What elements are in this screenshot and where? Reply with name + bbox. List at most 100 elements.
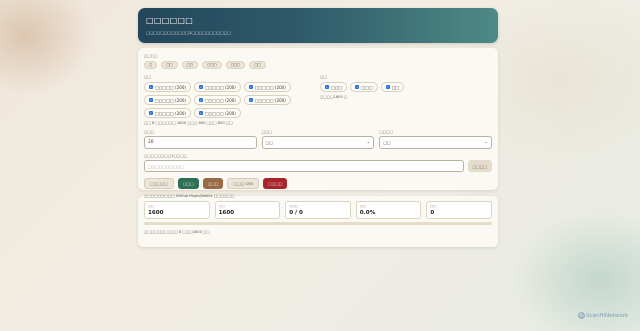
category-chip[interactable]: ✓ □□□□□ (200) <box>193 95 241 105</box>
filter-columns: □□ ✓ □□□□□ (200) ✓ □□□□□ (200) ✓ □□□□□ (200… <box>144 75 492 125</box>
checkbox-checked-icon[interactable]: ✓ <box>198 85 203 89</box>
category-chip-label: □□□□□ (200) <box>204 110 236 116</box>
input-row: □□□ 20 □□□ □□ ⌄ □□□□ □□ ⌄ <box>144 130 493 149</box>
green-action-button[interactable]: □□□ <box>177 178 199 189</box>
stat-card: □□ 0 <box>426 201 492 219</box>
category-chip[interactable]: ✓ □□□□□ (200) <box>144 82 191 92</box>
checkbox-checked-icon[interactable]: ✓ <box>198 98 203 102</box>
type-chip-list: ✓ □□□ ✓ □□□ ✓ □□ <box>320 82 407 95</box>
count-label: □□□ <box>144 130 155 134</box>
chevron-down-icon: ⌄ <box>484 140 489 145</box>
category-chip-list: ✓ □□□□□ (200) ✓ □□□□□ (200) ✓ □□□□□ (200) ✓… <box>144 82 320 121</box>
search-input[interactable]: □□□□□□□□□□ <box>144 160 464 172</box>
logo-text: ScanHiNetwork <box>586 312 628 319</box>
clear-button[interactable]: □□□□ <box>263 178 288 189</box>
category-chip[interactable]: ✓ □□□□□ (200) <box>144 108 191 118</box>
count-input[interactable]: 20 <box>144 136 257 149</box>
checkbox-checked-icon[interactable]: ✓ <box>325 85 329 89</box>
search-row: □□□□□□□□□□ □□□□ <box>144 160 492 172</box>
category-chip-label: □□□□□ (200) <box>254 84 286 90</box>
stat-card: □□ 0.0% <box>355 201 422 219</box>
stat-card: □□□ 0 / 0 <box>285 201 351 219</box>
settings-panel: □□□□ □ □□ □□ □□□ □□□ □□ □□ ✓ □□□□□ (200) … <box>138 48 498 198</box>
category-chip-label: □□□□□ (200) <box>204 97 236 103</box>
count-group: □□□ 20 <box>144 130 257 149</box>
export-csv-button[interactable]: □□□ CSV <box>227 178 260 189</box>
quick-filter-button[interactable]: □□□ <box>202 61 222 69</box>
checkbox-checked-icon[interactable]: ✓ <box>248 85 253 89</box>
stat-value: 0.0% <box>359 210 376 216</box>
type-chip[interactable]: ✓ □□ <box>380 82 405 92</box>
category-chip-label: □□□□□ (200) <box>204 84 236 90</box>
category-chip[interactable]: ✓ □□□□□ (200) <box>193 108 241 118</box>
type-column: □□ ✓ □□□ ✓ □□□ ✓ □□ □□□□1600 □ <box>320 75 407 99</box>
stat-key: □□□ <box>289 204 299 208</box>
checkbox-checked-icon[interactable]: ✓ <box>385 85 390 89</box>
stat-value: 0 / 0 <box>289 210 303 216</box>
chevron-down-icon: ⌄ <box>366 140 371 145</box>
category-label: □□ <box>144 75 151 79</box>
stat-key: □□ <box>218 204 225 208</box>
checkbox-checked-icon[interactable]: ✓ <box>355 85 360 89</box>
type-chip[interactable]: ✓ □□□ <box>320 82 348 92</box>
select1-dropdown[interactable]: □□ ⌄ <box>261 136 375 149</box>
category-chip[interactable]: ✓ □□□□□ (200) <box>243 82 291 92</box>
search-button[interactable]: □□□□ <box>467 160 492 172</box>
select2-group: □□□□ □□ ⌄ <box>379 130 493 149</box>
select2-label: □□□□ <box>379 130 393 134</box>
category-chip[interactable]: ✓ □□□□□ (200) <box>243 95 291 105</box>
quick-filter-button[interactable]: □□□ <box>225 61 246 69</box>
category-chip-label: □□□□□ (200) <box>155 110 186 116</box>
search-placeholder: □□□□□□□□□□ <box>148 163 184 169</box>
stat-card: □□ 1600 <box>214 201 281 219</box>
search-label: □□□□□□□□1□□□□ <box>144 154 188 158</box>
quick-filter-button[interactable]: □ <box>144 61 158 69</box>
page-title: □□□□□□ <box>146 16 194 25</box>
stat-key: □□ <box>148 204 155 208</box>
select2-dropdown[interactable]: □□ ⌄ <box>379 136 493 149</box>
action-row: □□□□□ □□□ □□□ □□□ CSV □□□□ <box>144 178 492 189</box>
category-chip-label: □□□□□ (200) <box>254 97 286 103</box>
stats-panel: □□ 1600 □□ 1600 □□□ 0 / 0 □□ 0.0% □□ 0 □□□□□□… <box>138 196 498 247</box>
category-column: □□ ✓ □□□□□ (200) ✓ □□□□□ (200) ✓ □□□□□ (200… <box>144 75 320 125</box>
quick-filter-label: □□□□ <box>144 54 158 58</box>
checkbox-checked-icon[interactable]: ✓ <box>149 98 153 102</box>
count-value: 20 <box>148 140 154 145</box>
select1-value: □□ <box>265 140 273 145</box>
quick-filter-button[interactable]: □□ <box>249 61 266 69</box>
category-summary: □□ 8 □□□□□□ 1600 □□□ 800 □□□ 800 □□ <box>144 121 233 125</box>
stat-card: □□ 1600 <box>144 201 210 219</box>
quick-filter-button[interactable]: □□ <box>161 61 178 69</box>
brown-action-button[interactable]: □□□ <box>202 178 224 189</box>
checkbox-checked-icon[interactable]: ✓ <box>149 111 153 115</box>
summary-text: □□□□□□□□□□ 8 □□□1600 □□ <box>144 230 210 234</box>
stat-key: □□ <box>359 204 366 208</box>
quick-filter-row: □ □□ □□ □□□ □□□ □□ <box>144 61 492 69</box>
progress-bar <box>144 222 492 225</box>
logo-icon <box>578 312 585 319</box>
select1-label: □□□ <box>261 130 272 134</box>
checkbox-checked-icon[interactable]: ✓ <box>198 111 203 115</box>
watermark-logo: ScanHiNetwork <box>578 312 628 319</box>
type-summary: □□□□1600 □ <box>320 95 348 99</box>
type-chip-label: □□□ <box>361 84 373 90</box>
checkbox-checked-icon[interactable]: ✓ <box>248 98 253 102</box>
category-chip[interactable]: ✓ □□□□□ (200) <box>193 82 241 92</box>
checkbox-checked-icon[interactable]: ✓ <box>149 85 153 89</box>
type-label: □□ <box>320 75 327 79</box>
select2-value: □□ <box>383 140 391 145</box>
category-chip-label: □□□□□ (200) <box>155 97 186 103</box>
select1-group: □□□ □□ ⌄ <box>261 130 375 149</box>
stats-row: □□ 1600 □□ 1600 □□□ 0 / 0 □□ 0.0% □□ 0 <box>144 201 492 219</box>
page-subtitle: □□□□□□□□□□□□2□□□□□□□□□□□ <box>146 30 231 35</box>
type-chip-label: □□ <box>391 84 400 90</box>
type-chip-label: □□□ <box>331 84 343 90</box>
stat-value: 0 <box>430 210 435 216</box>
type-chip[interactable]: ✓ □□□ <box>350 82 378 92</box>
header-banner: □□□□□□ □□□□□□□□□□□□2□□□□□□□□□□□ <box>138 8 498 43</box>
stat-key: □□ <box>430 204 437 208</box>
quick-filter-button[interactable]: □□ <box>181 61 199 69</box>
category-chip[interactable]: ✓ □□□□□ (200) <box>144 95 191 105</box>
stat-value: 1600 <box>218 210 235 216</box>
generate-button[interactable]: □□□□□ <box>144 178 174 189</box>
